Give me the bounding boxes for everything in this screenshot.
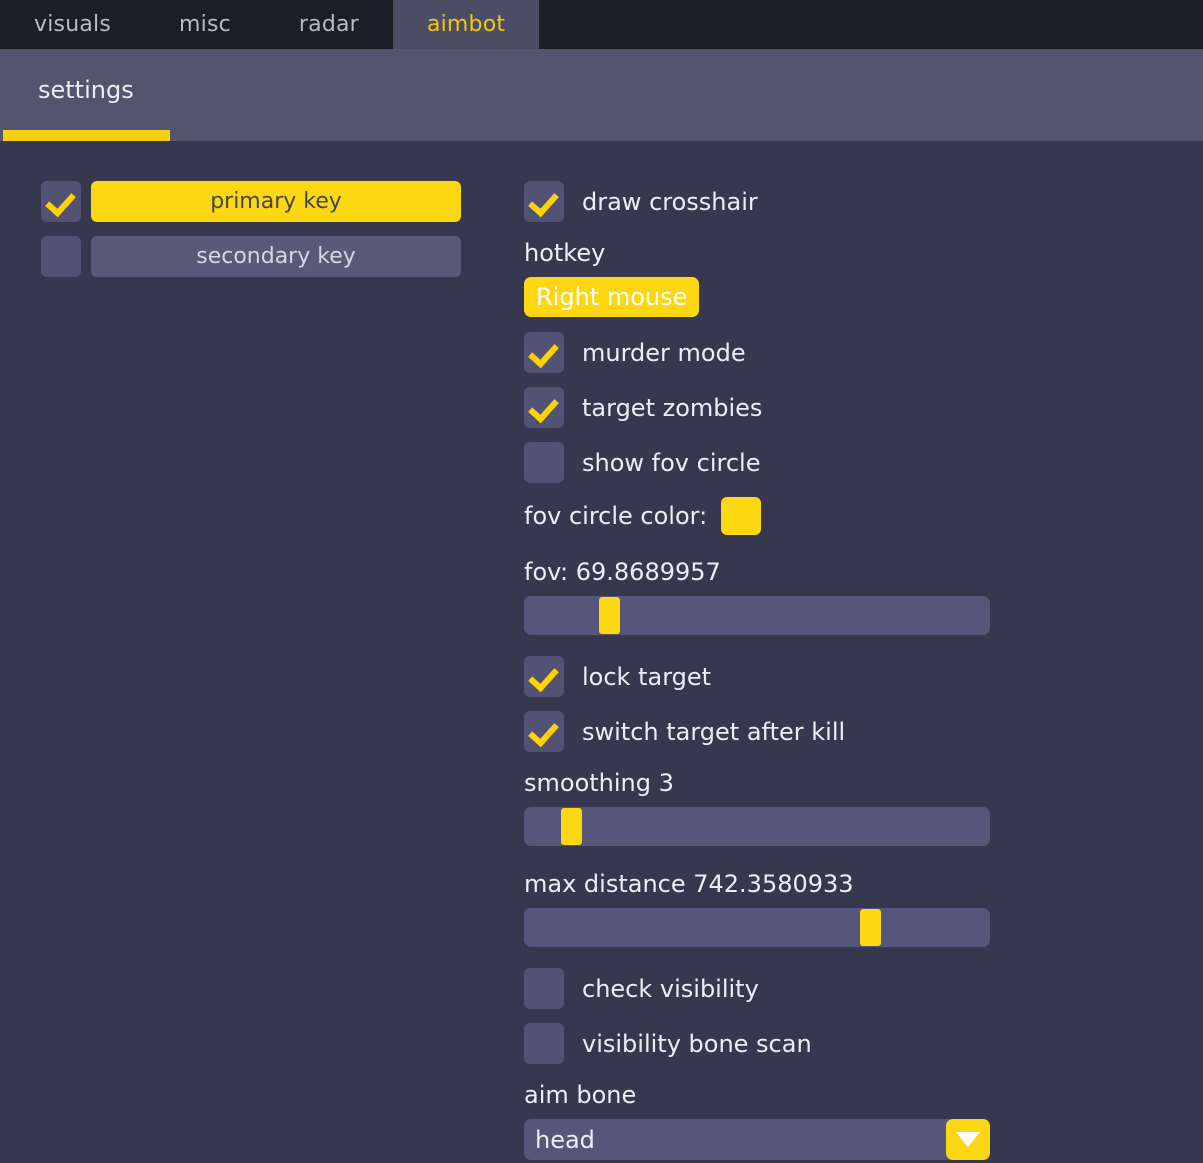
aim-bone-dropdown[interactable]: head	[524, 1119, 990, 1160]
visibility-bone-scan-row: visibility bone scan	[524, 1023, 990, 1064]
smoothing-slider-knob[interactable]	[561, 808, 583, 845]
target-zombies-label: target zombies	[582, 393, 763, 422]
hotkey-value: Right mouse	[536, 283, 688, 311]
draw-crosshair-checkbox[interactable]	[524, 181, 564, 222]
switch-target-after-kill-checkbox[interactable]	[524, 711, 564, 752]
check-visibility-checkbox[interactable]	[524, 968, 564, 1009]
aim-bone-value: head	[535, 1125, 595, 1154]
sub-tab-settings[interactable]: settings	[38, 76, 134, 104]
target-zombies-checkbox[interactable]	[524, 387, 564, 428]
chevron-down-icon	[956, 1132, 980, 1147]
draw-crosshair-label: draw crosshair	[582, 187, 758, 216]
check-visibility-label: check visibility	[582, 974, 759, 1003]
tab-radar[interactable]: radar	[265, 0, 393, 49]
smoothing-value-label: smoothing 3	[524, 769, 674, 797]
lock-target-label: lock target	[582, 662, 712, 691]
aimbot-options-column: draw crosshair hotkey Right mouse murder…	[524, 181, 990, 1160]
tab-aimbot-label: aimbot	[426, 12, 506, 37]
smoothing-slider[interactable]	[524, 807, 990, 846]
secondary-key-checkbox[interactable]	[41, 236, 81, 277]
draw-crosshair-row: draw crosshair	[524, 181, 990, 222]
sub-tab-bar-inner: settings	[0, 49, 1203, 141]
fov-circle-color-label: fov circle color:	[524, 502, 708, 530]
hotkey-button[interactable]: Right mouse	[524, 277, 700, 317]
aim-bone-label: aim bone	[524, 1081, 637, 1109]
primary-key-checkbox[interactable]	[41, 181, 81, 222]
primary-key-label: primary key	[210, 189, 342, 214]
switch-target-after-kill-row: switch target after kill	[524, 711, 990, 752]
fov-circle-color-swatch[interactable]	[721, 497, 762, 535]
visibility-bone-scan-checkbox[interactable]	[524, 1023, 564, 1064]
tab-misc-label: misc	[179, 12, 231, 37]
settings-panel: primary key secondary key draw crosshair…	[0, 141, 1203, 1163]
max-distance-value-label: max distance 742.3580933	[524, 870, 854, 898]
max-distance-slider[interactable]	[524, 908, 990, 947]
aim-bone-dropdown-button[interactable]	[946, 1119, 990, 1160]
max-distance-slider-knob[interactable]	[859, 909, 881, 946]
switch-target-after-kill-label: switch target after kill	[582, 717, 846, 746]
key-bindings-column: primary key secondary key	[41, 181, 461, 291]
murder-mode-row: murder mode	[524, 332, 990, 373]
fov-slider-knob[interactable]	[598, 597, 620, 634]
fov-circle-color-row: fov circle color:	[524, 497, 990, 535]
secondary-key-label: secondary key	[196, 244, 356, 269]
visibility-bone-scan-label: visibility bone scan	[582, 1029, 812, 1058]
show-fov-circle-label: show fov circle	[582, 448, 761, 477]
murder-mode-label: murder mode	[582, 338, 746, 367]
show-fov-circle-checkbox[interactable]	[524, 442, 564, 483]
check-visibility-row: check visibility	[524, 968, 990, 1009]
fov-value-label: fov: 69.8689957	[524, 558, 721, 586]
main-tab-bar: visuals misc radar aimbot	[0, 0, 1203, 49]
primary-key-row: primary key	[41, 181, 461, 222]
tab-aimbot[interactable]: aimbot	[392, 0, 540, 49]
lock-target-row: lock target	[524, 656, 990, 697]
sub-tab-active-underline	[3, 130, 170, 141]
target-zombies-row: target zombies	[524, 387, 990, 428]
lock-target-checkbox[interactable]	[524, 656, 564, 697]
show-fov-circle-row: show fov circle	[524, 442, 990, 483]
tab-misc[interactable]: misc	[145, 0, 265, 49]
secondary-key-row: secondary key	[41, 236, 461, 277]
murder-mode-checkbox[interactable]	[524, 332, 564, 373]
hotkey-label: hotkey	[524, 239, 606, 267]
fov-slider[interactable]	[524, 596, 990, 635]
sub-tab-bar: settings	[0, 49, 1203, 141]
primary-key-button[interactable]: primary key	[91, 181, 461, 222]
tab-radar-label: radar	[298, 12, 359, 37]
tab-visuals-label: visuals	[34, 12, 111, 37]
secondary-key-button[interactable]: secondary key	[91, 236, 461, 277]
tab-visuals[interactable]: visuals	[0, 0, 145, 49]
